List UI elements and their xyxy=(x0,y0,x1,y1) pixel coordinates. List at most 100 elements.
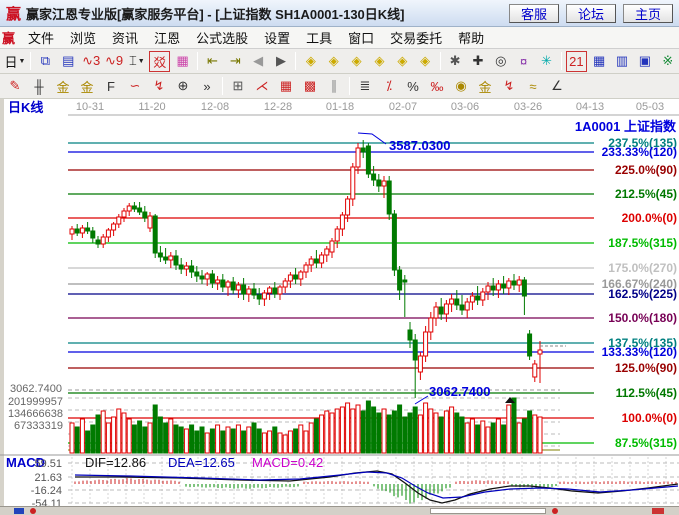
gold-circle-icon[interactable]: ◉ xyxy=(450,76,472,97)
percent-icon[interactable]: % xyxy=(402,76,424,97)
save-icon[interactable]: ▣ xyxy=(634,51,655,72)
candle-body xyxy=(273,288,277,294)
notes-icon[interactable]: ▥ xyxy=(612,51,633,72)
gold-section-icon[interactable]: 金 xyxy=(52,76,74,97)
menu-item-江恩[interactable]: 江恩 xyxy=(146,28,188,47)
wave-count-icon[interactable]: ∽ xyxy=(124,76,146,97)
candle-body xyxy=(91,231,95,238)
main-chart[interactable]: 日K线1A0001 上证指数10-3111-2012-0812-2801-180… xyxy=(0,99,679,506)
menu-item-帮助[interactable]: 帮助 xyxy=(450,28,492,47)
diamond-tool-6[interactable]: ◈ xyxy=(415,51,436,72)
menu-item-工具[interactable]: 工具 xyxy=(298,28,340,47)
ruler-icon[interactable]: ≣ xyxy=(354,76,376,97)
red-grid-icon[interactable]: ▦ xyxy=(275,76,297,97)
marker-icon[interactable]: ↯ xyxy=(498,76,520,97)
trough-annotation-label: 3062.7400 xyxy=(429,384,490,399)
percent-line-icon[interactable]: ⁒ xyxy=(378,76,400,97)
candle-body xyxy=(476,296,480,300)
titlebar-button-0[interactable]: 客服 xyxy=(509,4,559,23)
volume-bar xyxy=(262,433,266,453)
circle-grid-icon[interactable]: ⊕ xyxy=(172,76,194,97)
calendar-21-icon[interactable]: 21 xyxy=(566,51,587,72)
gann-level-label: 150.0%(180) xyxy=(608,311,677,325)
diamond-tool-3[interactable]: ◈ xyxy=(346,51,367,72)
volume-bar xyxy=(361,411,365,453)
menu-item-窗口[interactable]: 窗口 xyxy=(340,28,382,47)
period-selector[interactable]: 日▼ xyxy=(4,51,26,72)
menu-item-交易委托[interactable]: 交易委托 xyxy=(382,28,450,47)
brush-icon[interactable]: ↯ xyxy=(148,76,170,97)
ray-fan-icon[interactable]: ⋌ xyxy=(251,76,273,97)
hatch-box-icon[interactable]: ▩ xyxy=(299,76,321,97)
candle-body xyxy=(190,266,194,272)
color-chart-icon[interactable]: ▦ xyxy=(172,51,193,72)
chart-area[interactable]: 日K线1A0001 上证指数10-3111-2012-0812-2801-180… xyxy=(0,99,679,506)
link-icon[interactable]: ※ xyxy=(657,51,678,72)
magnify-icon[interactable]: ◎ xyxy=(490,51,511,72)
gann-level-label: 212.5%(45) xyxy=(615,187,677,201)
diamond-tool-2[interactable]: ◈ xyxy=(323,51,344,72)
candle-body xyxy=(387,181,391,214)
box-select-icon[interactable]: ⊞ xyxy=(227,76,249,97)
kline-mode-label: 日K线 xyxy=(8,100,43,115)
toolbar-row-1: 日▼⧉▤∿3∿9⌶▼㸚▦⇤⇥◀▶◈◈◈◈◈◈✱✚◎¤✳21▦▥▣※ xyxy=(0,49,679,74)
wave-gold-icon[interactable]: ≈ xyxy=(522,76,544,97)
candle-body xyxy=(398,270,402,290)
gold-line-icon[interactable]: 金 xyxy=(474,76,496,97)
volume-bar xyxy=(491,423,495,453)
candle-body xyxy=(127,206,131,211)
macd-scale-label: -16.24 xyxy=(31,485,62,497)
zoom-window-icon[interactable]: ⧉ xyxy=(35,51,56,72)
wave3-icon[interactable]: ∿3 xyxy=(81,51,102,72)
volume-bar xyxy=(517,423,521,453)
pen-icon[interactable]: ✎ xyxy=(4,76,26,97)
gann-grid-icon[interactable]: 㸚 xyxy=(149,51,170,72)
smart-icon[interactable]: ✳ xyxy=(536,51,557,72)
candle-style-icon[interactable]: ⌶▼ xyxy=(126,51,147,72)
candle-body xyxy=(538,350,542,354)
candle-body xyxy=(174,256,178,265)
prev-icon[interactable]: ◀ xyxy=(248,51,269,72)
parallel-lines-icon[interactable]: ∥ xyxy=(323,76,345,97)
more-icon[interactable]: » xyxy=(196,76,218,97)
menu-item-浏览[interactable]: 浏览 xyxy=(62,28,104,47)
candle-body xyxy=(486,286,490,292)
diamond-tool-5[interactable]: ◈ xyxy=(392,51,413,72)
diamond-tool-4[interactable]: ◈ xyxy=(369,51,390,72)
volume-bar xyxy=(455,413,459,453)
diamond-tool-1[interactable]: ◈ xyxy=(300,51,321,72)
dropdown-caret-icon: ▼ xyxy=(138,58,145,65)
mark-icon[interactable]: ¤ xyxy=(513,51,534,72)
pan-hand-icon[interactable]: ✱ xyxy=(445,51,466,72)
volume-bar xyxy=(221,431,225,453)
menu-item-资讯[interactable]: 资讯 xyxy=(104,28,146,47)
volume-bar xyxy=(340,407,344,453)
permille-icon[interactable]: ‰ xyxy=(426,76,448,97)
titlebar-button-1[interactable]: 论坛 xyxy=(566,4,616,23)
menu-item-设置[interactable]: 设置 xyxy=(256,28,298,47)
angle-icon[interactable]: ∠ xyxy=(546,76,568,97)
crosshair-icon[interactable]: ✚ xyxy=(467,51,488,72)
status-scrollbar[interactable] xyxy=(430,508,546,514)
grid-axis-icon[interactable]: ╫ xyxy=(28,76,50,97)
candle-body xyxy=(80,228,84,233)
candle-body xyxy=(148,216,152,228)
menu-item-公式选股[interactable]: 公式选股 xyxy=(188,28,256,47)
candle-body xyxy=(507,281,511,288)
gold-section2-icon[interactable]: 金 xyxy=(76,76,98,97)
next-icon[interactable]: ▶ xyxy=(271,51,292,72)
last-page-icon[interactable]: ⇥ xyxy=(225,51,246,72)
toolbar-separator xyxy=(197,52,198,70)
wave9-icon[interactable]: ∿9 xyxy=(104,51,125,72)
calculator-icon[interactable]: ▦ xyxy=(589,51,610,72)
volume-bar xyxy=(439,417,443,453)
first-page-icon[interactable]: ⇤ xyxy=(202,51,223,72)
candle-body xyxy=(403,280,407,282)
volume-bar xyxy=(309,423,313,453)
info-panel-icon[interactable]: ▤ xyxy=(58,51,79,72)
fibo-icon[interactable]: F xyxy=(100,76,122,97)
volume-bar xyxy=(283,435,287,453)
date-tick-label: 03-06 xyxy=(451,101,479,113)
titlebar-button-2[interactable]: 主页 xyxy=(623,4,673,23)
menu-item-文件[interactable]: 文件 xyxy=(20,28,62,47)
